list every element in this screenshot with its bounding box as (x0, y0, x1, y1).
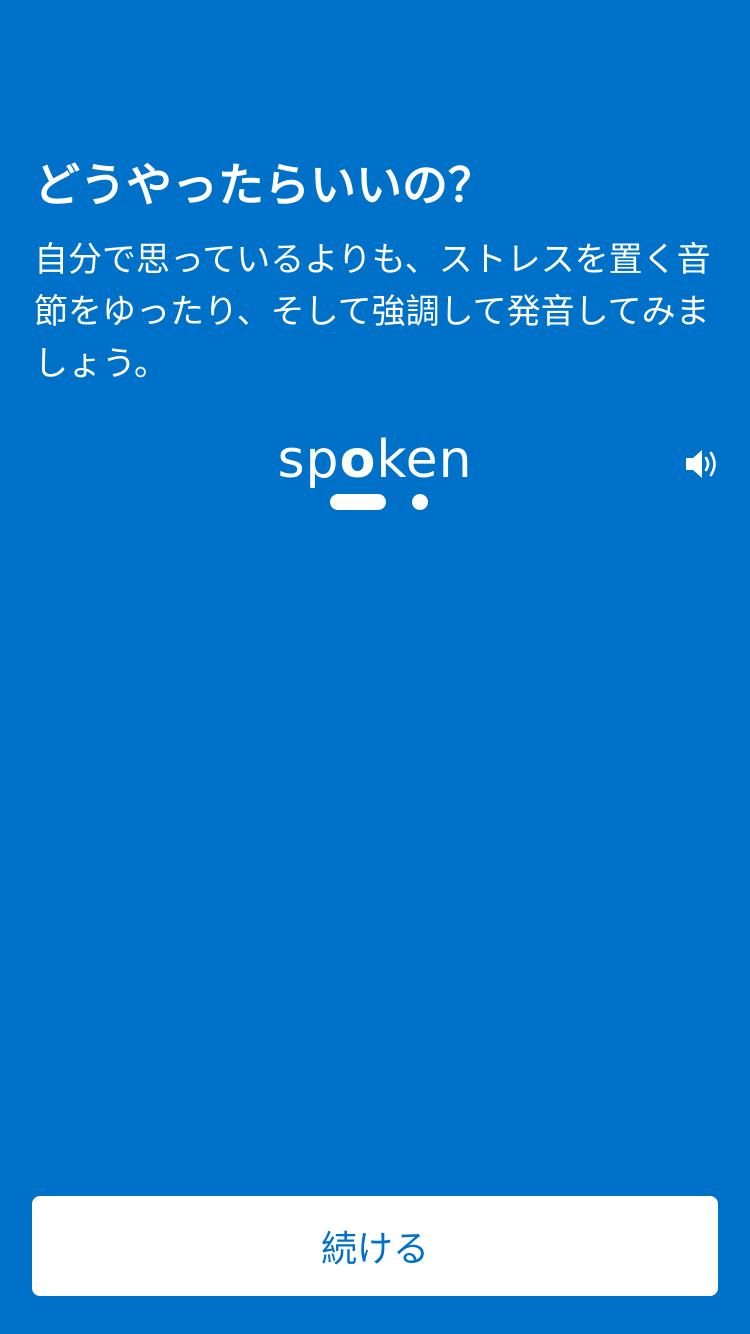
unstressed-syllable-mark (412, 494, 428, 510)
word-part-after: ken (376, 430, 473, 490)
stressed-syllable: o (339, 430, 377, 490)
speaker-icon-graphic (686, 450, 716, 478)
pronunciation-word: spoken (0, 425, 750, 495)
word-part-before: sp (277, 430, 340, 490)
word-display: spoken (0, 425, 750, 525)
continue-button[interactable]: 続ける (32, 1196, 718, 1296)
page-title: どうやったらいいの？ (34, 158, 494, 212)
syllable-stress-marks (0, 493, 750, 513)
instruction-text: 自分で思っているよりも、ストレスを置く音節をゆったり、そして強調して発音してみま… (34, 240, 711, 384)
speaker-icon[interactable] (684, 447, 720, 481)
stressed-syllable-mark (330, 494, 386, 510)
